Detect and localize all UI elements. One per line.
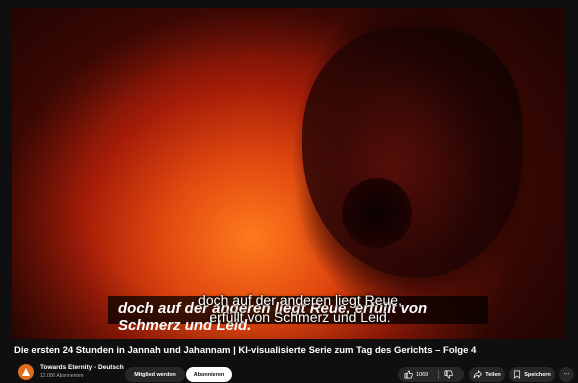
channel-logo-icon: [22, 368, 30, 376]
more-icon: ⋯: [563, 371, 570, 378]
thumbs-down-icon: [444, 370, 453, 379]
video-title: Die ersten 24 Stunden in Jannah und Jaha…: [14, 345, 477, 356]
save-button[interactable]: Speichern: [509, 367, 555, 382]
video-vignette: [12, 8, 566, 339]
channel-name[interactable]: Towards Eternity - Deutsch: [40, 364, 124, 371]
subtitle-front: doch auf der anderen liegt Reue, erfüllt…: [190, 292, 410, 326]
subscriber-count: 12.000 Abonnenten: [40, 373, 84, 379]
like-divider: [438, 370, 439, 379]
subtitle-line-1: doch auf der anderen liegt Reue,: [198, 292, 402, 308]
like-button[interactable]: 1069: [404, 370, 428, 379]
share-label: Teilen: [485, 371, 501, 378]
thumbs-up-icon: [404, 370, 413, 379]
avatar[interactable]: [18, 364, 34, 380]
join-membership-button[interactable]: Mitglied werden: [125, 367, 185, 382]
subscribe-button[interactable]: Abonnieren: [186, 367, 232, 382]
video-player[interactable]: [12, 8, 566, 339]
share-icon: [473, 370, 483, 379]
more-actions-button[interactable]: ⋯: [559, 367, 574, 382]
share-button[interactable]: Teilen: [469, 367, 505, 382]
like-count: 1069: [416, 371, 429, 378]
like-dislike-group: 1069: [398, 367, 464, 382]
subtitle-line-2: erfüllt von Schmerz und Leid.: [209, 309, 391, 325]
save-icon: [514, 370, 521, 379]
save-label: Speichern: [524, 371, 551, 378]
video-meta-bar: Towards Eternity - Deutsch 12.000 Abonne…: [0, 360, 578, 383]
dislike-button[interactable]: [444, 370, 453, 381]
